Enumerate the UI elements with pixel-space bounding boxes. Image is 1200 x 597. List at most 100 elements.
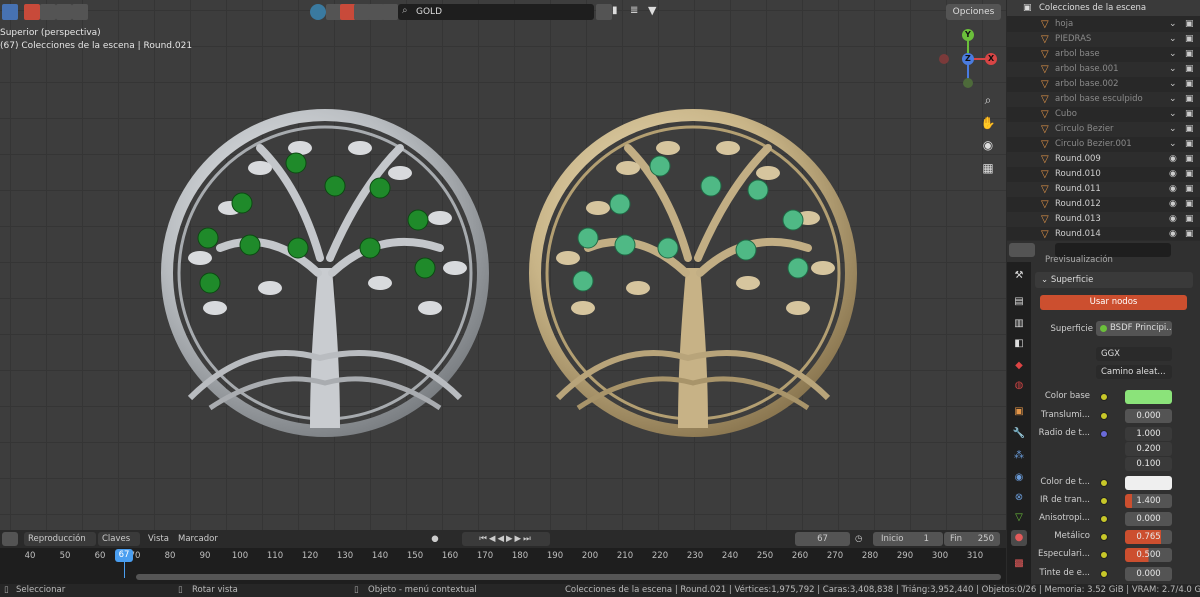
outliner-panel[interactable]: ▣ Colecciones de la escena ▽ hoja ⌄ ▣ ▽ PIEDR…	[1007, 0, 1200, 240]
number-field[interactable]: 0.000	[1125, 512, 1172, 526]
render-camera-icon[interactable]: ▣	[1185, 32, 1194, 47]
outliner-row[interactable]: ▽ hoja ⌄ ▣	[1007, 17, 1200, 32]
visibility-eye-icon[interactable]: ⌄	[1169, 77, 1177, 92]
particles-tab-icon[interactable]: ⁂	[1011, 448, 1027, 464]
outliner-row[interactable]: ▽ arbol base.002 ⌄ ▣	[1007, 77, 1200, 92]
visibility-eye-icon[interactable]: ⌄	[1169, 17, 1177, 32]
visibility-eye-icon[interactable]: ⌄	[1169, 107, 1177, 122]
start-frame-field[interactable]: Inicio 1	[873, 532, 943, 546]
preview-section-header[interactable]: Previsualización	[1035, 255, 1193, 267]
render-camera-icon[interactable]: ▣	[1185, 107, 1194, 122]
number-field[interactable]: 0.765	[1125, 530, 1172, 544]
filter-toggle-icon[interactable]	[596, 4, 612, 20]
render-camera-icon[interactable]: ▣	[1185, 152, 1194, 167]
visibility-eye-icon[interactable]: ⌄	[1169, 47, 1177, 62]
visibility-eye-icon[interactable]: ⌄	[1169, 62, 1177, 77]
list-icon[interactable]: ≣	[630, 5, 638, 16]
render-camera-icon[interactable]: ▣	[1185, 182, 1194, 197]
timeline-editor-icon[interactable]	[2, 532, 18, 546]
select-mode-subtract-icon[interactable]	[56, 4, 72, 20]
visibility-eye-icon[interactable]: ◉	[1169, 197, 1177, 212]
scene-tab-icon[interactable]: ◆	[1011, 358, 1027, 374]
subsurface-method-dropdown[interactable]: Camino aleat...	[1096, 365, 1172, 379]
select-mode-extend-icon[interactable]	[40, 4, 56, 20]
tool-select-icon[interactable]	[2, 4, 18, 20]
outliner-row[interactable]: ▽ Cubo ⌄ ▣	[1007, 107, 1200, 122]
render-camera-icon[interactable]: ▣	[1185, 17, 1194, 32]
visibility-eye-icon[interactable]: ◉	[1169, 167, 1177, 182]
distribution-dropdown[interactable]: GGX	[1096, 347, 1172, 361]
render-camera-icon[interactable]: ▣	[1185, 227, 1194, 242]
surface-shader-field[interactable]: BSDF Principi...	[1096, 321, 1172, 336]
render-tab-icon[interactable]: ▤	[1011, 294, 1027, 310]
record-icon[interactable]: ●	[428, 532, 442, 546]
end-frame-field[interactable]: Fin 250	[944, 532, 1000, 546]
color-swatch[interactable]	[1125, 476, 1172, 490]
outliner-row[interactable]: ▽ arbol base.001 ⌄ ▣	[1007, 62, 1200, 77]
visibility-eye-icon[interactable]: ⌄	[1169, 122, 1177, 137]
number-field[interactable]: 0.500	[1125, 548, 1172, 562]
outliner-row[interactable]: ▽ PIEDRAS ⌄ ▣	[1007, 32, 1200, 47]
zoom-icon[interactable]: ⌕	[978, 90, 998, 110]
outliner-row[interactable]: ▽ Round.009 ◉ ▣	[1007, 152, 1200, 167]
playhead-frame[interactable]: 67	[115, 549, 133, 562]
funnel-icon[interactable]: ▼	[648, 4, 656, 17]
camera-icon[interactable]: ◉	[978, 135, 998, 155]
outliner-row[interactable]: ▽ Round.011 ◉ ▣	[1007, 182, 1200, 197]
select-mode-invert-icon[interactable]	[72, 4, 88, 20]
render-camera-icon[interactable]: ▣	[1185, 137, 1194, 152]
view-layer-tab-icon[interactable]: ◧	[1011, 336, 1027, 352]
number-field[interactable]: 1.400	[1125, 494, 1172, 508]
render-camera-icon[interactable]: ▣	[1185, 122, 1194, 137]
number-field[interactable]: 1.000	[1125, 427, 1172, 441]
visibility-eye-icon[interactable]: ◉	[1169, 227, 1177, 242]
number-field[interactable]: 0.200	[1125, 442, 1172, 456]
outliner-row[interactable]: ▽ Round.014 ◉ ▣	[1007, 227, 1200, 242]
number-field[interactable]: 0.100	[1125, 457, 1172, 471]
current-frame-field[interactable]: 67	[795, 532, 850, 546]
status-rotate: Rotar vista	[192, 585, 238, 595]
select-mode-new-icon[interactable]	[24, 4, 40, 20]
clock-icon[interactable]: ◷	[855, 532, 862, 546]
editor-type-dropdown[interactable]	[1009, 243, 1035, 257]
outliner-row[interactable]: ▽ Circulo Bezier.001 ⌄ ▣	[1007, 137, 1200, 152]
grid-icon[interactable]: ▦	[978, 158, 998, 178]
color-swatch[interactable]	[1125, 390, 1172, 404]
render-camera-icon[interactable]: ▣	[1185, 47, 1194, 62]
visibility-eye-icon[interactable]: ⌄	[1169, 137, 1177, 152]
visibility-eye-icon[interactable]: ◉	[1169, 212, 1177, 227]
filter-icon-5[interactable]	[382, 4, 398, 20]
visibility-eye-icon[interactable]: ⌄	[1169, 32, 1177, 47]
render-camera-icon[interactable]: ▣	[1185, 92, 1194, 107]
visibility-eye-icon[interactable]: ⌄	[1169, 92, 1177, 107]
view-menu[interactable]: Vista	[148, 532, 169, 546]
search-input[interactable]: GOLD	[398, 4, 594, 20]
pan-hand-icon[interactable]: ✋	[978, 113, 998, 133]
render-camera-icon[interactable]: ▣	[1185, 77, 1194, 92]
render-camera-icon[interactable]: ▣	[1185, 62, 1194, 77]
visibility-eye-icon[interactable]: ◉	[1169, 182, 1177, 197]
outliner-row[interactable]: ▽ arbol base ⌄ ▣	[1007, 47, 1200, 62]
outliner-row[interactable]: ▽ Round.013 ◉ ▣	[1007, 212, 1200, 227]
timeline-scrollbar[interactable]	[136, 574, 1001, 580]
material-preview-icon[interactable]	[310, 4, 326, 20]
number-field[interactable]: 0.000	[1125, 567, 1172, 581]
outliner-row[interactable]: ▽ arbol base esculpido ⌄ ▣	[1007, 92, 1200, 107]
surface-section-header[interactable]: ⌄ Superficie	[1035, 272, 1193, 288]
render-camera-icon[interactable]: ▣	[1185, 212, 1194, 227]
keys-menu[interactable]: Claves	[98, 532, 140, 546]
number-field[interactable]: 0.000	[1125, 409, 1172, 423]
visibility-eye-icon[interactable]: ◉	[1169, 152, 1177, 167]
use-nodes-button[interactable]: Usar nodos	[1040, 295, 1187, 310]
marker-menu[interactable]: Marcador	[178, 532, 218, 546]
outliner-row[interactable]: ▽ Round.010 ◉ ▣	[1007, 167, 1200, 182]
bookmark-icon[interactable]: ▮	[612, 5, 618, 16]
outliner-row[interactable]: ▽ Circulo Bezier ⌄ ▣	[1007, 122, 1200, 137]
options-dropdown[interactable]: Opciones	[946, 4, 1001, 20]
outliner-row[interactable]: ▽ Round.012 ◉ ▣	[1007, 197, 1200, 212]
render-camera-icon[interactable]: ▣	[1185, 197, 1194, 212]
tool-tab-icon[interactable]: ⚒	[1011, 268, 1027, 284]
playback-menu[interactable]: Reproducción	[24, 532, 96, 546]
playback-controls[interactable]: ⏮◀◀▶▶⏭	[462, 532, 550, 546]
render-camera-icon[interactable]: ▣	[1185, 167, 1194, 182]
